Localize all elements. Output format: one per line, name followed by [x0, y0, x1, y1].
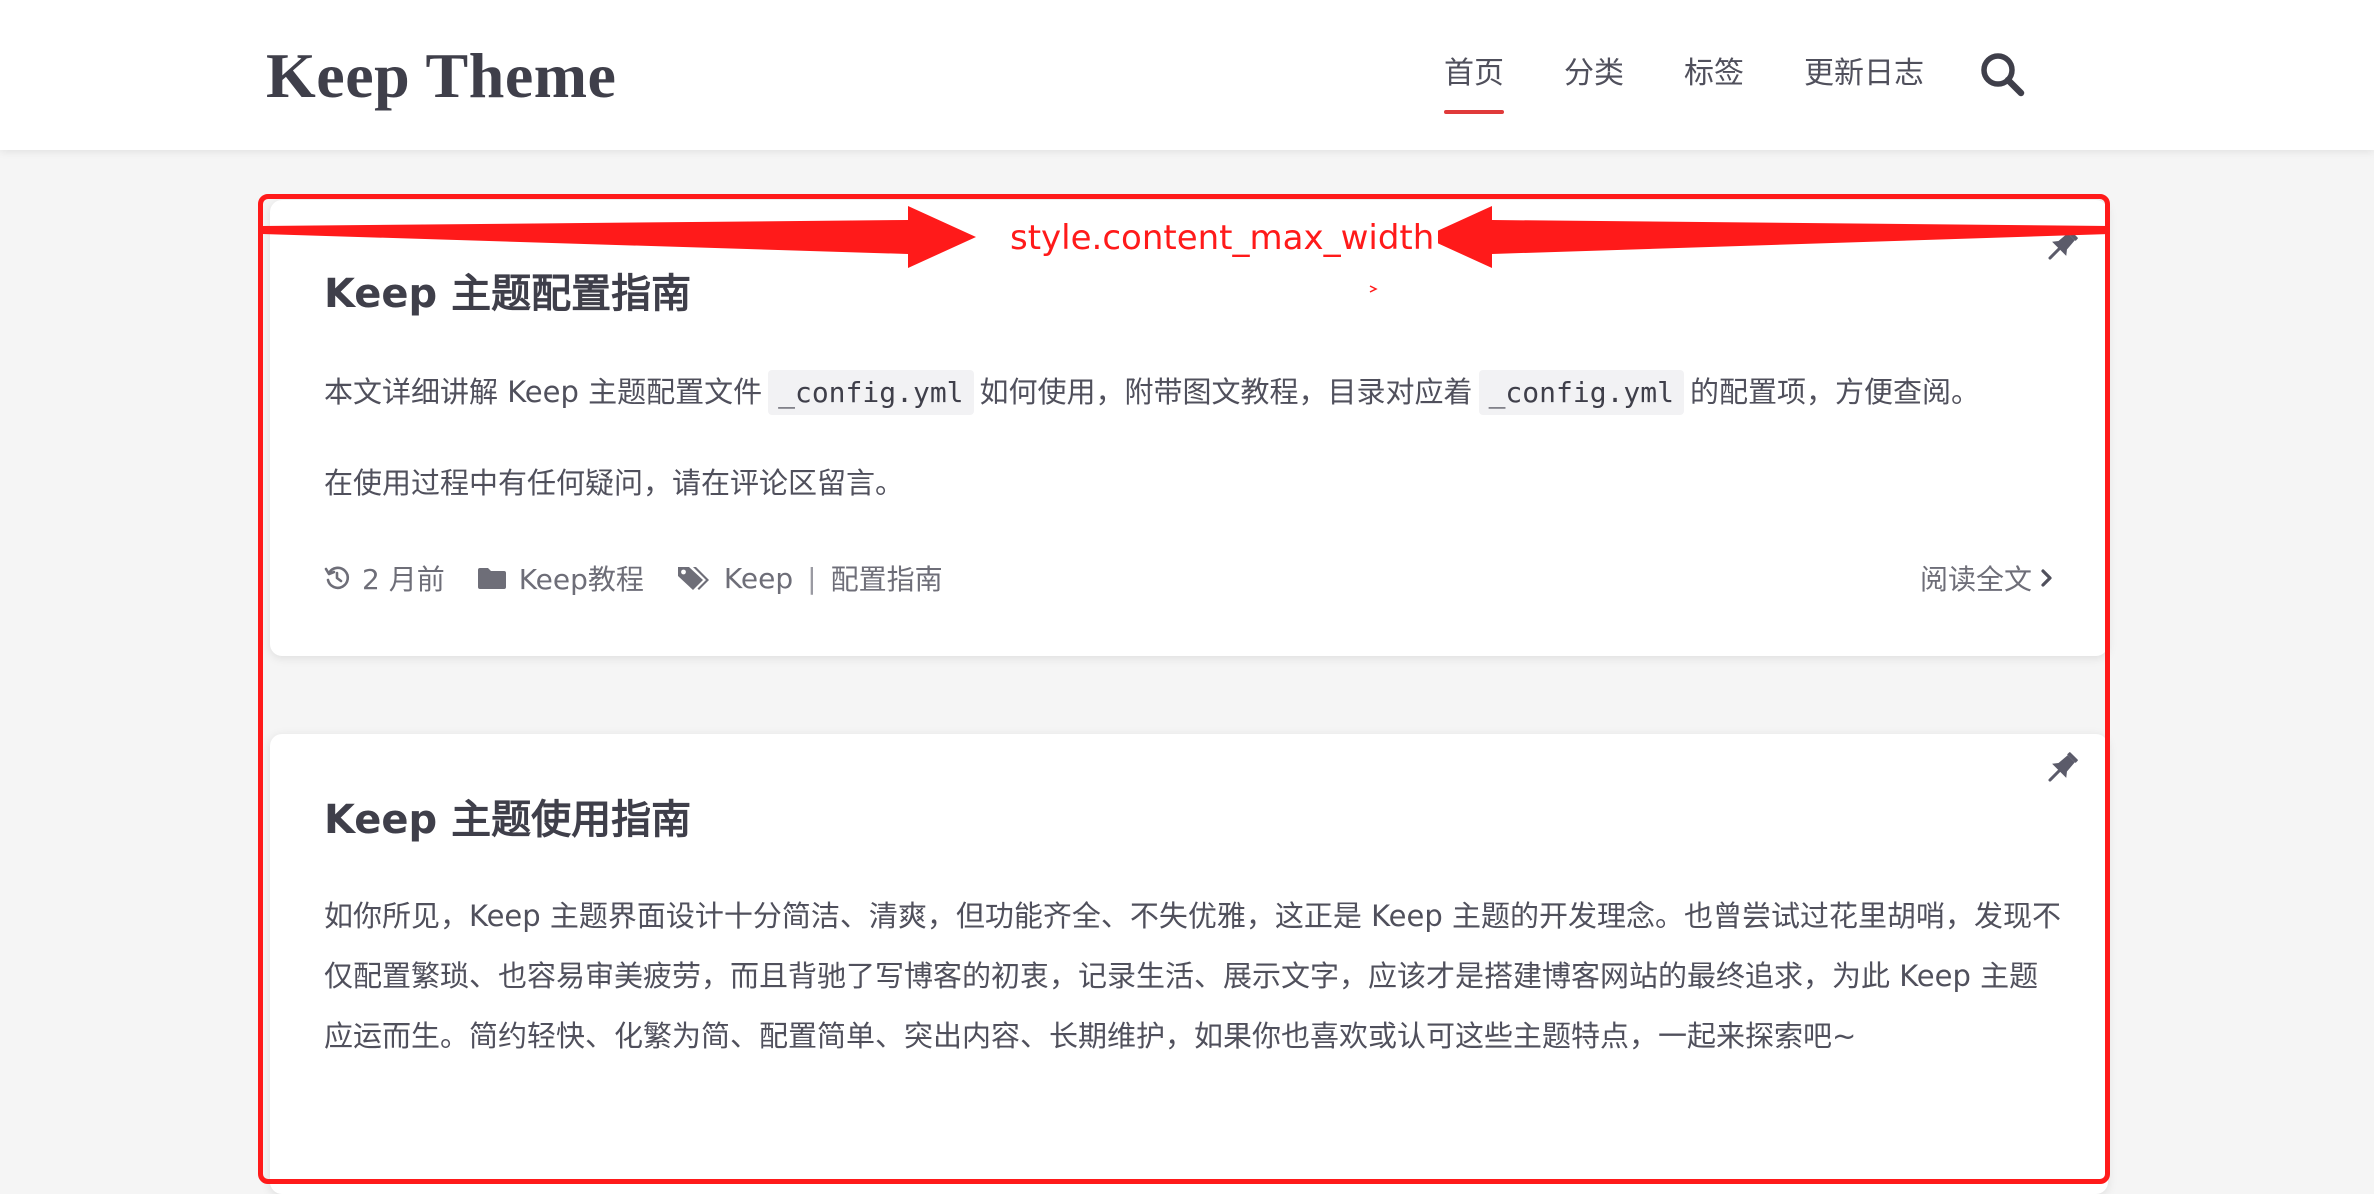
tag-link[interactable]: 配置指南 — [831, 558, 943, 598]
excerpt-paragraph: 在使用过程中有任何疑问，请在评论区留言。 — [324, 466, 905, 500]
tag-separator: | — [807, 561, 817, 595]
site-header: Keep Theme 首页 分类 标签 更新日志 — [0, 0, 2374, 150]
post-tags: Keep | 配置指南 — [676, 558, 943, 598]
excerpt-paragraph: 本文详细讲解 Keep 主题配置文件 _config.yml 如何使用，附带图文教程… — [324, 362, 2064, 423]
excerpt-text: 本文详细讲解 Keep 主题配置文件 — [324, 375, 763, 409]
nav-item-home[interactable]: 首页 — [1444, 44, 1504, 114]
inline-code: _config.yml — [768, 370, 974, 415]
tag-link[interactable]: Keep — [724, 562, 793, 595]
folder-icon — [477, 568, 506, 589]
post-date-text: 2 月前 — [362, 563, 445, 596]
annotation-label: style.content_max_width — [1006, 210, 1439, 266]
nav-item-changelog[interactable]: 更新日志 — [1804, 44, 1924, 104]
pin-icon — [2048, 752, 2078, 782]
post-category: Keep教程 — [477, 558, 644, 598]
main-nav: 首页 分类 标签 更新日志 — [1384, 44, 2028, 118]
category-link[interactable]: Keep教程 — [519, 558, 644, 598]
excerpt-text: 如何使用，附带图文教程，目录对应着 — [979, 375, 1473, 409]
post-card: Keep 主题配置指南 本文详细讲解 Keep 主题配置文件 _config.ym… — [270, 200, 2108, 656]
excerpt-paragraph: 如你所见，Keep 主题界面设计十分简洁、清爽，但功能齐全、不失优雅，这正是 K… — [324, 899, 2061, 1053]
post-title[interactable]: Keep 主题使用指南 — [324, 792, 691, 848]
post-excerpt: 本文详细讲解 Keep 主题配置文件 _config.yml 如何使用，附带图文教程… — [324, 362, 2064, 513]
read-more-label: 阅读全文 — [1919, 563, 2032, 596]
nav-item-categories[interactable]: 分类 — [1564, 44, 1624, 104]
post-meta: 2 月前 Keep教程 Keep | 配置指南 阅读全文 — [324, 548, 2054, 608]
search-icon — [1981, 53, 2025, 97]
read-more-link[interactable]: 阅读全文 — [1920, 558, 2054, 598]
search-button[interactable] — [1976, 44, 2028, 104]
excerpt-text: 的配置项，方便查阅。 — [1690, 375, 1981, 409]
tags-icon — [677, 567, 709, 590]
post-excerpt: 如你所见，Keep 主题界面设计十分简洁、清爽，但功能齐全、不失优雅，这正是 K… — [324, 886, 2064, 1066]
history-icon — [324, 566, 349, 590]
pin-icon — [2048, 230, 2078, 260]
post-date: 2 月前 — [324, 558, 445, 598]
nav-item-tags[interactable]: 标签 — [1684, 44, 1744, 104]
post-card: Keep 主题使用指南 如你所见，Keep 主题界面设计十分简洁、清爽，但功能齐… — [270, 734, 2108, 1194]
inline-code: _config.yml — [1478, 370, 1684, 415]
chevron-right-icon — [2041, 569, 2052, 587]
site-logo[interactable]: Keep Theme — [266, 36, 616, 116]
post-title[interactable]: Keep 主题配置指南 — [324, 266, 691, 322]
